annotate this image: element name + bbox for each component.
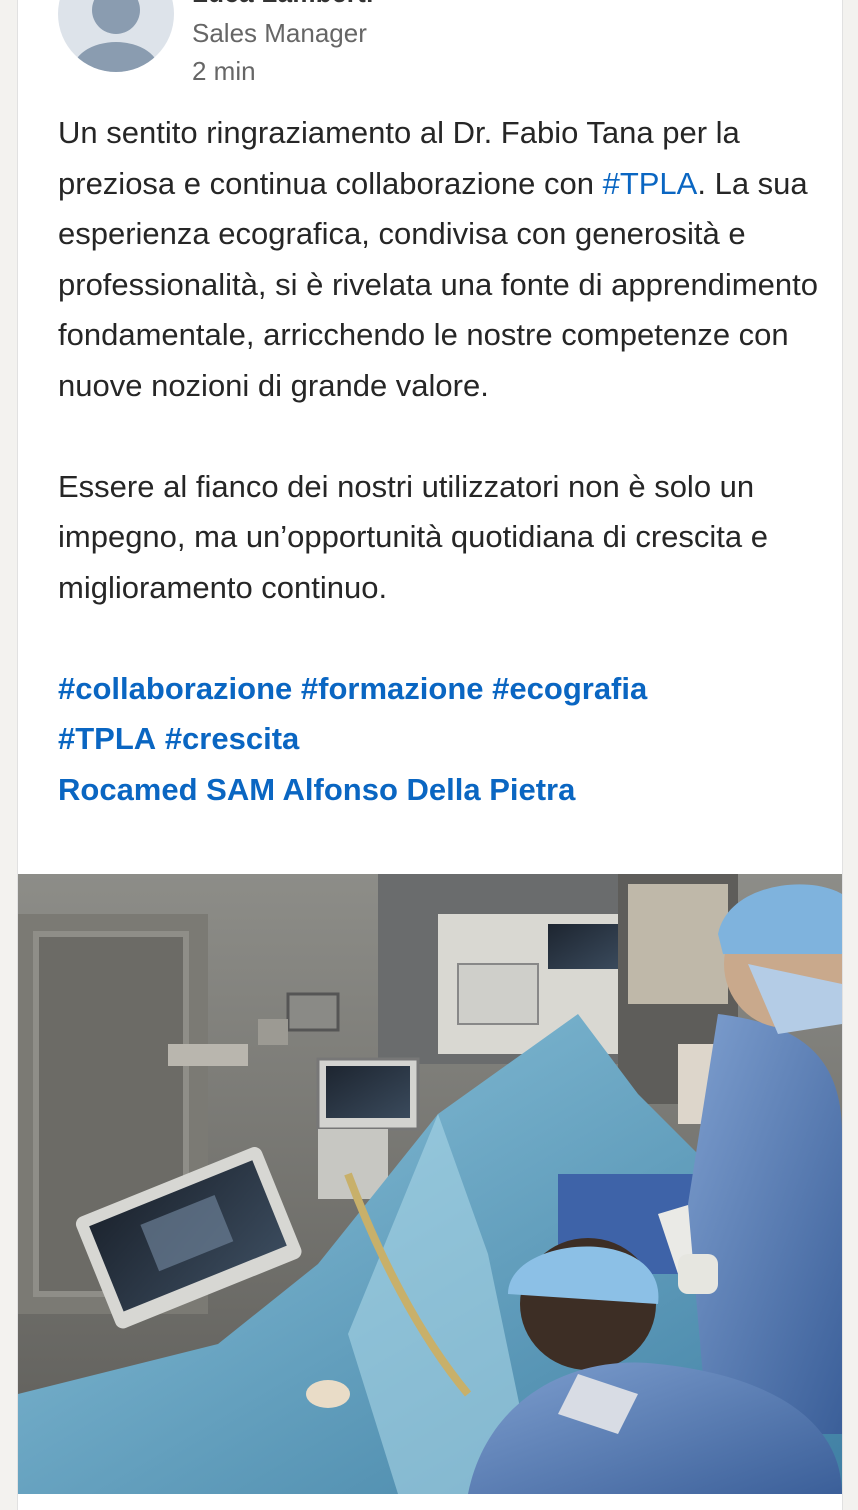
post-text: Un sentito ringraziamento al Dr. Fabio T… bbox=[58, 108, 818, 815]
hashtag-link[interactable]: #ecografia bbox=[492, 671, 647, 706]
post-paragraph-1: Un sentito ringraziamento al Dr. Fabio T… bbox=[58, 108, 818, 411]
operating-room-photo bbox=[18, 874, 842, 1494]
author-name[interactable]: Luca Lamberti bbox=[192, 0, 374, 9]
post-image[interactable] bbox=[18, 874, 842, 1494]
hashtag-link[interactable]: #TPLA bbox=[58, 721, 156, 756]
hashtags-block: #collaborazione #formazione #ecografia #T… bbox=[58, 664, 818, 816]
author-avatar[interactable] bbox=[58, 0, 174, 72]
hashtag-link[interactable]: #collaborazione bbox=[58, 671, 292, 706]
post-text-segment: . La sua esperienza ecografica, condivis… bbox=[58, 165, 818, 403]
hashtag-link[interactable]: #formazione bbox=[301, 671, 484, 706]
post-card: Luca Lamberti Sales Manager 2 min Un sen… bbox=[17, 0, 843, 1510]
author-title: Sales Manager bbox=[192, 18, 367, 48]
hashtag-tpla-link[interactable]: #TPLA bbox=[603, 166, 698, 201]
avatar-body-shape bbox=[72, 42, 160, 72]
post-timestamp: 2 min bbox=[192, 56, 256, 86]
hashtag-link[interactable]: #crescita bbox=[165, 721, 299, 756]
mention-link[interactable]: Rocamed SAM Alfonso Della Pietra bbox=[58, 772, 575, 807]
post-paragraph-2: Essere al fianco dei nostri utilizzatori… bbox=[58, 468, 769, 605]
avatar-head-shape bbox=[92, 0, 140, 34]
